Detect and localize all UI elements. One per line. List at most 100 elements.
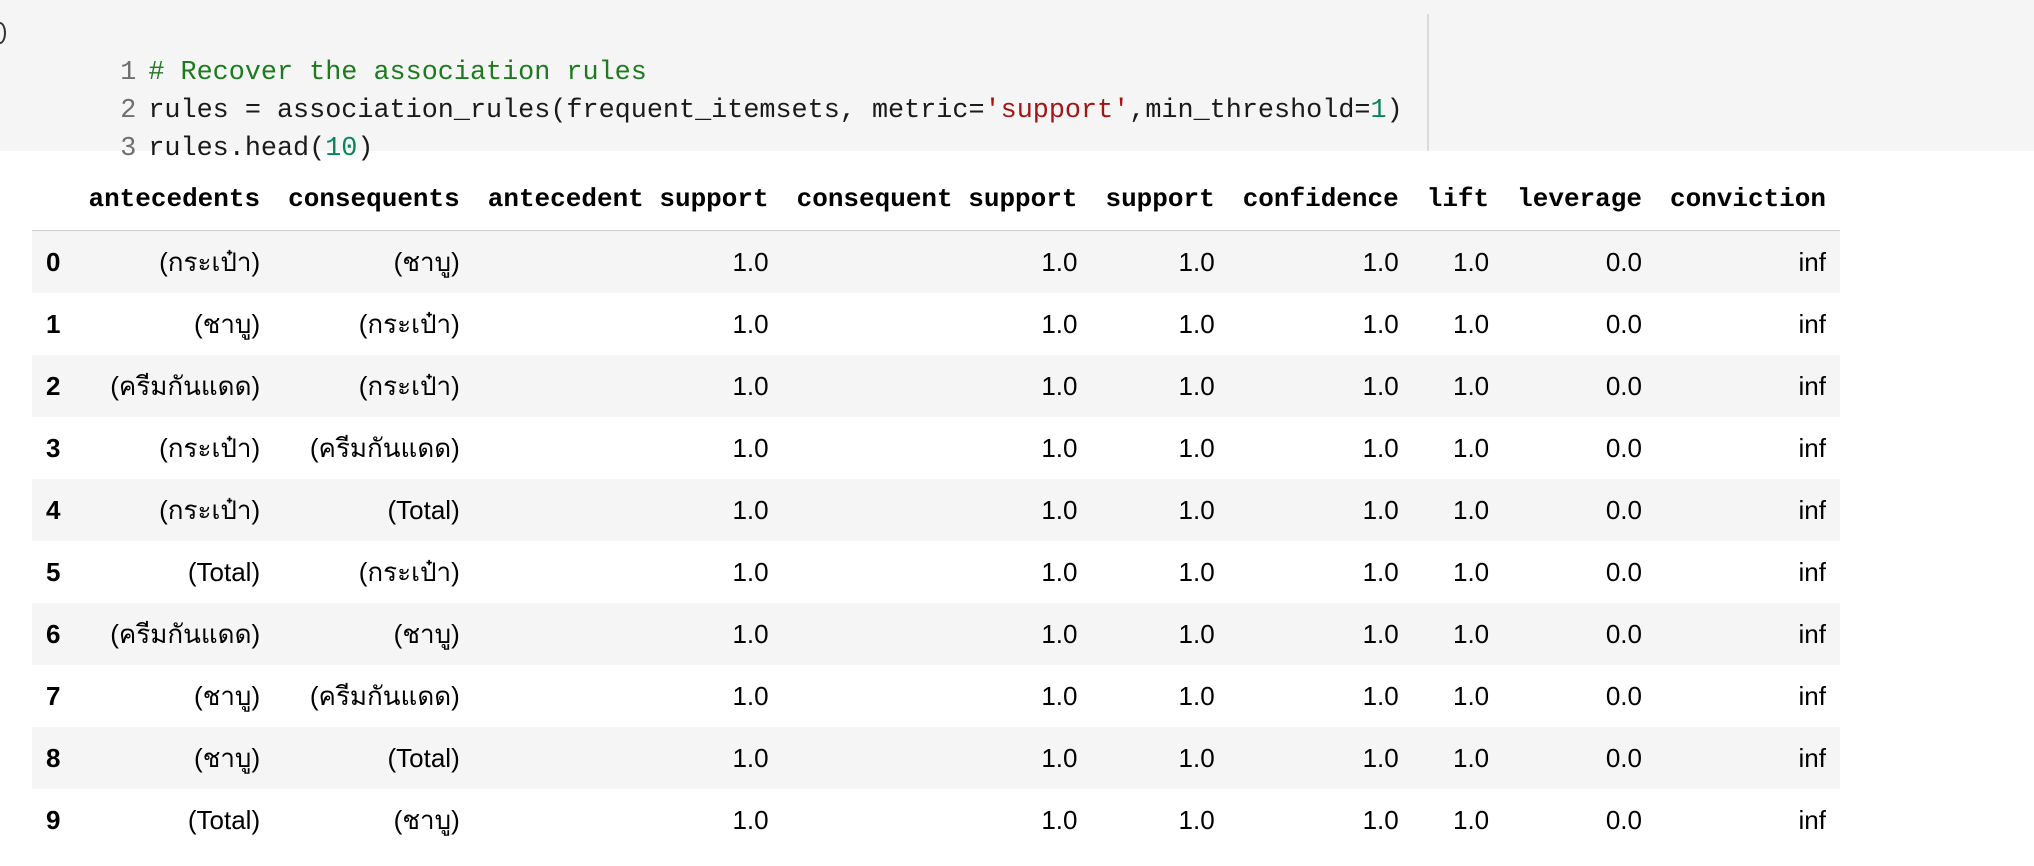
column-header-confidence: confidence: [1228, 168, 1413, 231]
row-index: 7: [46, 680, 61, 711]
cell-antecedent-support: 1.0: [732, 246, 769, 277]
cell-consequents: (กระเป๋า): [358, 308, 460, 339]
cell-lift: 1.0: [1452, 742, 1490, 773]
code-line[interactable]: 2 rules = association_rules(frequent_item…: [0, 54, 1402, 126]
cell-consequents: (ชาบู): [393, 618, 460, 649]
cell-confidence: 1.0: [1362, 370, 1399, 401]
cell-support: 1.0: [1178, 308, 1215, 339]
editor-divider: [1427, 14, 1429, 151]
cell-lift: 1.0: [1452, 494, 1490, 525]
cell-confidence: 1.0: [1362, 494, 1399, 525]
cell-support: 1.0: [1178, 246, 1215, 277]
table-row: 8 (ชาบู) (Total) 1.0 1.0 1.0 1.0 1.0 0.0…: [32, 727, 1840, 789]
table-row: 0 (กระเป๋า) (ชาบู) 1.0 1.0 1.0 1.0 1.0 0…: [32, 230, 1840, 293]
cell-leverage: 0.0: [1605, 432, 1642, 463]
code-token-string: 'support': [984, 96, 1130, 126]
cell-conviction: inf: [1798, 308, 1826, 339]
cell-lift: 1.0: [1452, 556, 1490, 587]
cell-consequents: (ชาบู): [393, 804, 460, 835]
cell-leverage: 0.0: [1605, 494, 1642, 525]
cell-lift: 1.0: [1452, 370, 1490, 401]
cell-consequent-support: 1.0: [1041, 494, 1078, 525]
cell-conviction: inf: [1798, 618, 1826, 649]
cell-consequents: (ครีมกันแดด): [309, 432, 460, 463]
cell-antecedent-support: 1.0: [732, 370, 769, 401]
cell-support: 1.0: [1178, 742, 1215, 773]
cell-confidence: 1.0: [1362, 618, 1399, 649]
cell-consequents: (ชาบู): [393, 246, 460, 277]
code-token-number: 1: [1370, 96, 1387, 126]
row-index: 6: [46, 618, 61, 649]
cell-lift: 1.0: [1452, 432, 1490, 463]
cell-leverage: 0.0: [1605, 680, 1642, 711]
cell-support: 1.0: [1178, 432, 1215, 463]
cell-antecedent-support: 1.0: [732, 742, 769, 773]
line-number: 3: [120, 134, 137, 164]
cell-consequent-support: 1.0: [1041, 618, 1078, 649]
cell-support: 1.0: [1178, 556, 1215, 587]
column-header-support: support: [1091, 168, 1229, 231]
cell-consequent-support: 1.0: [1041, 556, 1078, 587]
cell-conviction: inf: [1798, 680, 1826, 711]
table-row: 7 (ชาบู) (ครีมกันแดด) 1.0 1.0 1.0 1.0 1.…: [32, 665, 1840, 727]
table-row: 6 (ครีมกันแดด) (ชาบู) 1.0 1.0 1.0 1.0 1.…: [32, 603, 1840, 665]
cell-confidence: 1.0: [1362, 742, 1399, 773]
column-header-antecedents: antecedents: [74, 168, 275, 231]
column-header-antecedent-support: antecedent support: [473, 168, 783, 231]
cell-antecedent-support: 1.0: [732, 494, 769, 525]
cell-confidence: 1.0: [1362, 680, 1399, 711]
table-row: 9 (Total) (ชาบู) 1.0 1.0 1.0 1.0 1.0 0.0…: [32, 789, 1840, 851]
cell-antecedent-support: 1.0: [732, 556, 769, 587]
cell-support: 1.0: [1178, 618, 1215, 649]
cell-consequent-support: 1.0: [1041, 370, 1078, 401]
table-row: 5 (Total) (กระเป๋า) 1.0 1.0 1.0 1.0 1.0 …: [32, 541, 1840, 603]
code-token: rules.head(: [148, 134, 326, 164]
cell-confidence: 1.0: [1362, 432, 1399, 463]
code-line[interactable]: 1 # Recover the association rules: [0, 16, 647, 88]
cell-lift: 1.0: [1452, 308, 1490, 339]
cell-antecedents: (กระเป๋า): [159, 432, 261, 463]
cell-conviction: inf: [1798, 494, 1826, 525]
index-header: [32, 168, 75, 231]
code-cell[interactable]: 1 # Recover the association rules 2 rules …: [0, 0, 2034, 164]
cell-antecedents: (ครีมกันแดด): [110, 618, 261, 649]
code-line[interactable]: 3 rules.head(10): [0, 92, 373, 164]
row-index: 9: [46, 804, 61, 835]
cell-consequents: (Total): [387, 494, 460, 525]
cell-antecedents: (ชาบู): [194, 742, 261, 773]
dataframe-output: antecedents consequents antecedent suppo…: [32, 168, 1840, 851]
cell-leverage: 0.0: [1605, 742, 1642, 773]
cell-lift: 1.0: [1452, 804, 1490, 835]
cell-antecedent-support: 1.0: [732, 680, 769, 711]
cell-antecedent-support: 1.0: [732, 618, 769, 649]
cell-support: 1.0: [1178, 680, 1215, 711]
cell-conviction: inf: [1798, 804, 1826, 835]
column-header-lift: lift: [1412, 168, 1504, 231]
row-index: 3: [46, 432, 61, 463]
cell-antecedent-support: 1.0: [732, 804, 769, 835]
cell-conviction: inf: [1798, 246, 1826, 277]
table-row: 1 (ชาบู) (กระเป๋า) 1.0 1.0 1.0 1.0 1.0 0…: [32, 293, 1840, 355]
column-header-consequent-support: consequent support: [782, 168, 1092, 231]
cell-leverage: 0.0: [1605, 246, 1642, 277]
code-token: ): [357, 134, 374, 164]
cell-consequent-support: 1.0: [1041, 742, 1078, 773]
cell-confidence: 1.0: [1362, 308, 1399, 339]
row-index: 0: [46, 246, 61, 277]
code-text: rules.head(10): [148, 130, 373, 168]
cell-conviction: inf: [1798, 432, 1826, 463]
cell-lift: 1.0: [1452, 246, 1490, 277]
cell-lift: 1.0: [1452, 618, 1490, 649]
table-header-row: antecedents consequents antecedent suppo…: [32, 168, 1840, 231]
row-index: 8: [46, 742, 61, 773]
code-token: ,min_threshold=: [1129, 96, 1371, 126]
cell-antecedents: (ชาบู): [194, 308, 261, 339]
cell-confidence: 1.0: [1362, 804, 1399, 835]
cell-consequents: (Total): [387, 742, 460, 773]
row-index: 2: [46, 370, 61, 401]
cell-support: 1.0: [1178, 804, 1215, 835]
cell-leverage: 0.0: [1605, 618, 1642, 649]
cell-leverage: 0.0: [1605, 804, 1642, 835]
cell-confidence: 1.0: [1362, 556, 1399, 587]
cell-antecedent-support: 1.0: [732, 432, 769, 463]
